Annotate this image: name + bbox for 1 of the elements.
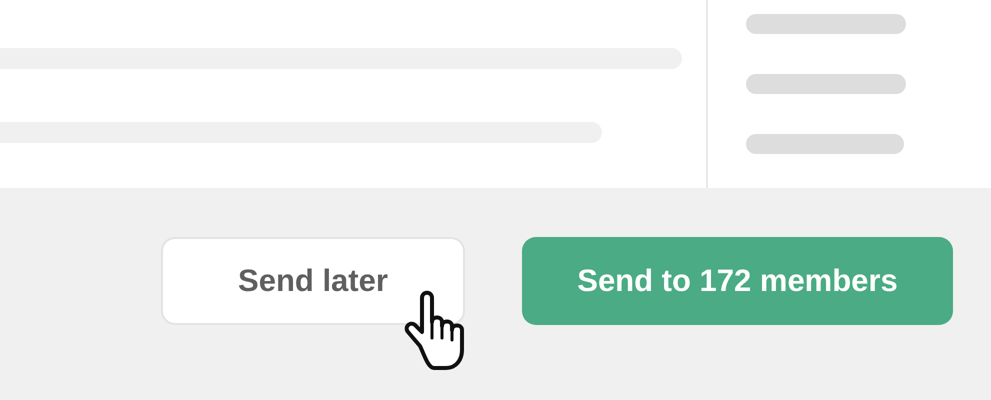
send-later-button[interactable]: Send later [161,237,465,325]
